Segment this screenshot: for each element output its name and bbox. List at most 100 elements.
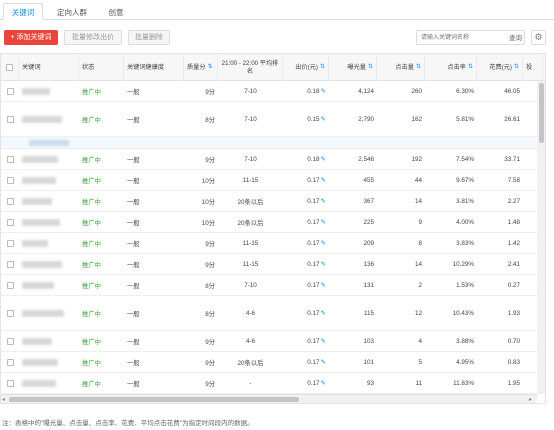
- bid-cell[interactable]: 0.17 ✎: [283, 212, 329, 232]
- bid-cell[interactable]: 0.17 ✎: [283, 373, 329, 393]
- rank-cell: 20条以后: [237, 219, 264, 227]
- select-all-checkbox[interactable]: [6, 64, 13, 71]
- col-clicks[interactable]: 点击量 ⇅: [377, 54, 425, 81]
- col-keyword[interactable]: 关键词: [19, 54, 79, 81]
- table-row[interactable]: 推广中 一般 8分 7-10 131 2 1.53% 0.27 0.17 ✎: [1, 275, 545, 296]
- rank-cell: 20条以后: [237, 198, 264, 206]
- bid-cell[interactable]: 0.18 ✎: [283, 149, 329, 169]
- col-clicks-label: 点击量: [395, 63, 414, 71]
- col-quality-label: 质量分: [187, 63, 206, 71]
- col-ctr[interactable]: 点击率 ⇅: [425, 54, 477, 81]
- col-impressions[interactable]: 曝光量 ⇅: [329, 54, 377, 81]
- edit-bid-icon[interactable]: ✎: [321, 309, 326, 317]
- table-row[interactable]: 推广中 一般 9分 4-6 103 4 3.88% 0.70 0.17 ✎: [1, 331, 545, 352]
- edit-bid-icon[interactable]: ✎: [321, 379, 326, 387]
- bid-cell[interactable]: 0.17 ✎: [283, 296, 329, 330]
- sort-icon[interactable]: ⇅: [514, 64, 519, 71]
- vertical-scrollbar[interactable]: [537, 81, 545, 394]
- ctr-cell: 1.53%: [456, 281, 474, 289]
- bid-cell[interactable]: 0.17 ✎: [283, 275, 329, 295]
- table-row[interactable]: 推广中 一般 9分 11-15 136 14 10.29% 2.41 0.17 ✎: [1, 254, 545, 275]
- scroll-left-icon[interactable]: ◂: [2, 396, 5, 403]
- sort-icon[interactable]: ⇅: [208, 64, 213, 71]
- tab-audience[interactable]: 定向人群: [50, 3, 94, 20]
- table-header: 关键词 状态 关键词健康度 质量分 ⇅ 21:00 - 22:00 平均排名 出价…: [1, 54, 545, 81]
- search-input[interactable]: [421, 33, 505, 43]
- quality-cell: 10分: [201, 177, 215, 185]
- col-more[interactable]: 投: [523, 54, 543, 81]
- search-button[interactable]: 查询: [509, 32, 522, 42]
- edit-bid-icon[interactable]: ✎: [321, 218, 326, 226]
- edit-bid-icon[interactable]: ✎: [321, 197, 326, 205]
- clicks-cell: 2: [418, 281, 422, 289]
- tab-keywords[interactable]: 关键词: [3, 3, 43, 20]
- col-cost[interactable]: 花费(元) ⇅: [477, 54, 523, 81]
- tab-creative[interactable]: 创意: [100, 3, 132, 20]
- row-checkbox[interactable]: [6, 379, 14, 387]
- table-row[interactable]: 推广中 一般 9分 - 93 11 11.83% 1.95 0.17 ✎: [1, 373, 545, 394]
- col-health[interactable]: 关键词健康度: [124, 54, 184, 81]
- row-checkbox[interactable]: [6, 260, 14, 268]
- row-checkbox[interactable]: [6, 358, 14, 366]
- col-status[interactable]: 状态: [79, 54, 124, 81]
- row-checkbox[interactable]: [6, 239, 14, 247]
- row-checkbox[interactable]: [6, 87, 14, 95]
- edit-bid-icon[interactable]: ✎: [321, 115, 326, 123]
- table-row[interactable]: 推广中 一般 10分 20条以后 367 14 3.81% 2.27 0.17 ✎: [1, 191, 545, 212]
- row-checkbox[interactable]: [6, 176, 14, 184]
- bid-cell[interactable]: 0.17 ✎: [283, 331, 329, 351]
- quality-cell: 9分: [205, 156, 215, 164]
- bid-cell[interactable]: 0.15 ✎: [283, 102, 329, 136]
- sort-icon[interactable]: ⇅: [368, 64, 373, 71]
- edit-bid-icon[interactable]: ✎: [321, 239, 326, 247]
- edit-bid-icon[interactable]: ✎: [321, 281, 326, 289]
- redacted-keyword: [22, 379, 56, 387]
- ctr-cell: 11.83%: [453, 379, 474, 387]
- row-checkbox[interactable]: [6, 155, 14, 163]
- table-row[interactable]: 推广中 一般 9分 7-10 2,546 192 7.54% 33.71 0.18 ✎: [1, 149, 545, 170]
- row-checkbox[interactable]: [6, 337, 14, 345]
- col-bid[interactable]: 出价(元) ⇅: [283, 54, 329, 81]
- batch-delete-button[interactable]: 批量删除: [128, 30, 170, 45]
- horizontal-scrollbar[interactable]: ◂ ▸: [1, 394, 537, 403]
- cost-cell: 0.83: [507, 358, 520, 366]
- rank-cell: 11-15: [242, 260, 259, 268]
- scroll-right-icon[interactable]: ▸: [529, 396, 532, 403]
- edit-bid-icon[interactable]: ✎: [321, 260, 326, 268]
- row-checkbox[interactable]: [6, 115, 14, 123]
- bid-cell[interactable]: 0.17 ✎: [283, 352, 329, 372]
- gear-icon[interactable]: ⚙: [531, 30, 546, 45]
- edit-bid-icon[interactable]: ✎: [321, 358, 326, 366]
- bid-cell[interactable]: 0.17 ✎: [283, 254, 329, 274]
- bid-cell[interactable]: 0.17 ✎: [283, 170, 329, 190]
- col-quality[interactable]: 质量分 ⇅: [184, 54, 218, 81]
- batch-bid-button[interactable]: 批量修改出价: [64, 30, 122, 45]
- add-keyword-button[interactable]: + 添加关键词: [4, 30, 58, 45]
- sort-icon[interactable]: ⇅: [468, 64, 473, 71]
- table-row[interactable]: 推广中 一般 8分 4-6 115 12 10.43% 1.93 0.17 ✎: [1, 296, 545, 331]
- sort-icon[interactable]: ⇅: [416, 64, 421, 71]
- rank-cell: 20条以后: [237, 359, 264, 367]
- edit-bid-icon[interactable]: ✎: [321, 337, 326, 345]
- table-row[interactable]: 推广中 一般 9分 7-10 4,124 260 6.30% 46.05 0.18 ✎: [1, 81, 545, 102]
- table-row[interactable]: 推广中 一般 10分 20条以后 225 9 4.00% 1.48 0.17 ✎: [1, 212, 545, 233]
- table-row[interactable]: 推广中 一般 9分 20条以后 101 5 4.95% 0.83 0.17 ✎: [1, 352, 545, 373]
- edit-bid-icon[interactable]: ✎: [321, 155, 326, 163]
- bid-cell[interactable]: 0.18 ✎: [283, 81, 329, 101]
- ctr-cell: 7.54%: [456, 155, 474, 163]
- table-row[interactable]: 推广中 一般 10分 11-15 455 44 9.67% 7.58 0.17 ✎: [1, 170, 545, 191]
- horizontal-scroll-thumb[interactable]: [9, 397, 299, 402]
- vertical-scroll-thumb[interactable]: [539, 83, 544, 143]
- table-row[interactable]: 推广中 一般 8分 7-10 2,790 162 5.81% 26.61 0.15 ✎: [1, 102, 545, 137]
- bid-cell[interactable]: 0.17 ✎: [283, 191, 329, 211]
- row-checkbox[interactable]: [6, 197, 14, 205]
- row-checkbox[interactable]: [6, 309, 14, 317]
- sort-icon[interactable]: ⇅: [320, 64, 325, 71]
- col-rank[interactable]: 21:00 - 22:00 平均排名: [218, 54, 283, 81]
- row-checkbox[interactable]: [6, 281, 14, 289]
- edit-bid-icon[interactable]: ✎: [321, 176, 326, 184]
- table-row[interactable]: 推广中 一般 9分 11-15 209 8 3.83% 1.42 0.17 ✎: [1, 233, 545, 254]
- bid-cell[interactable]: 0.17 ✎: [283, 233, 329, 253]
- edit-bid-icon[interactable]: ✎: [321, 87, 326, 95]
- row-checkbox[interactable]: [6, 218, 14, 226]
